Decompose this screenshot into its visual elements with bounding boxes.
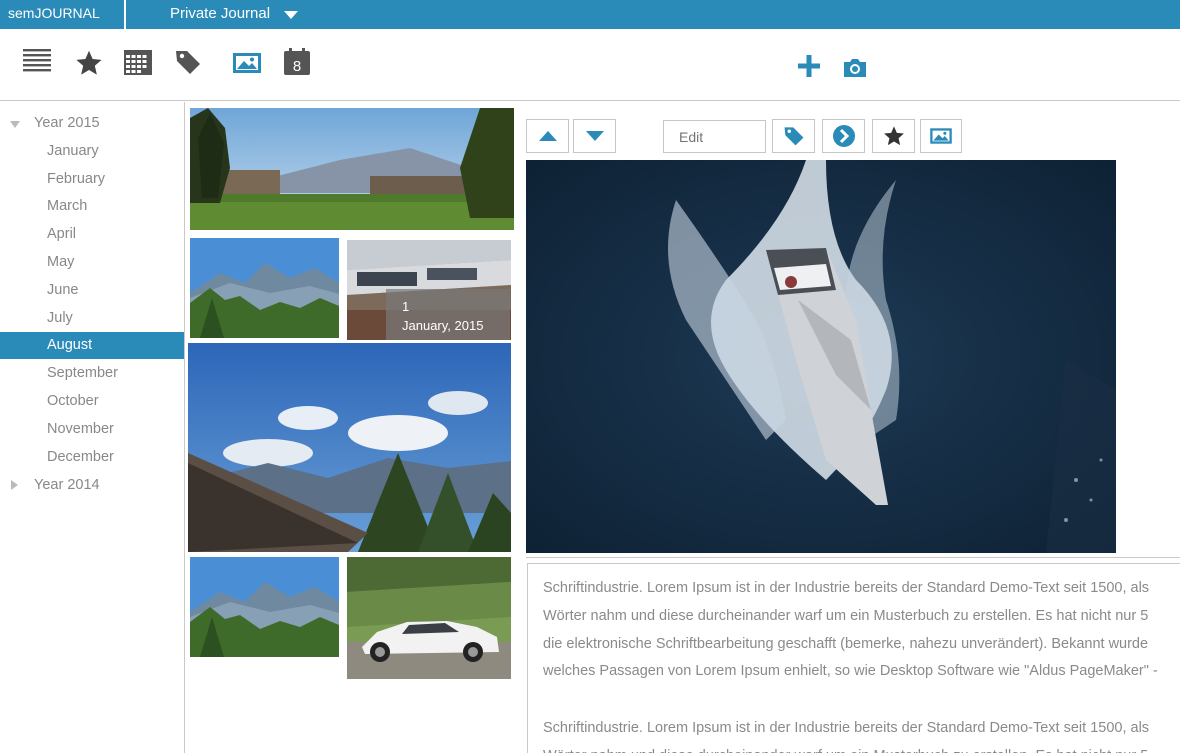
entry-text[interactable]: Schriftindustrie. Lorem Ipsum ist in der…: [527, 563, 1180, 753]
star-icon[interactable]: [75, 49, 103, 77]
thumbnail-mountain-trees-2[interactable]: [190, 557, 339, 657]
text-line: welches Passagen von Lorem Ipsum enhielt…: [543, 663, 1158, 679]
overlay-date: January, 2015: [402, 318, 484, 333]
expand-triangle-icon[interactable]: [10, 121, 20, 128]
tree-month-july[interactable]: July: [0, 305, 184, 332]
text-line: Wörter nahm und diese durcheinander warf…: [543, 742, 1180, 753]
tree-month-september[interactable]: September: [0, 360, 184, 387]
tree-year-2014[interactable]: Year 2014: [0, 472, 184, 499]
camera-icon[interactable]: [842, 54, 868, 82]
thumbnail-landscape-garden[interactable]: [190, 108, 514, 230]
collapse-triangle-icon[interactable]: [11, 480, 18, 490]
text-line: die elektronische Schriftbearbeitung ges…: [543, 636, 1149, 652]
title-separator: [124, 0, 126, 29]
chevron-down-icon[interactable]: [284, 11, 298, 19]
thumbnail-mountain-trees[interactable]: [190, 238, 339, 338]
up-arrow-icon: [538, 131, 557, 141]
edit-field[interactable]: [663, 120, 766, 153]
text-line: Schriftindustrie. Lorem Ipsum ist in der…: [543, 720, 1150, 736]
previous-entry-button[interactable]: [526, 119, 569, 153]
tree-month-april[interactable]: April: [0, 221, 184, 248]
tree-year-2015[interactable]: Year 2015: [0, 110, 184, 137]
tree-month-march[interactable]: March: [0, 193, 184, 220]
down-arrow-icon: [585, 131, 604, 141]
toolbar: 8: [0, 29, 1180, 101]
main-photo-speedboat: [526, 160, 1116, 553]
tree-month-october[interactable]: October: [0, 388, 184, 415]
calendar-grid-icon[interactable]: [123, 48, 153, 76]
forward-button[interactable]: [822, 119, 865, 153]
app-title: semJOURNAL: [0, 0, 124, 29]
text-line: Wörter nahm und diese durcheinander warf…: [543, 608, 1149, 624]
tree-month-november[interactable]: November: [0, 416, 184, 443]
list-icon[interactable]: [22, 47, 52, 75]
date-overlay: 1 January, 2015: [386, 289, 510, 340]
tree-year-label: Year 2015: [34, 115, 100, 131]
divider: [526, 557, 1180, 558]
journal-selector[interactable]: Private Journal: [170, 0, 270, 29]
tag-icon[interactable]: [174, 48, 202, 76]
next-icon: [832, 125, 855, 147]
thumbnail-sports-car[interactable]: [347, 557, 511, 679]
tag-button[interactable]: [772, 119, 815, 153]
favorite-button[interactable]: [872, 119, 915, 153]
text-line: Schriftindustrie. Lorem Ipsum ist in der…: [543, 580, 1150, 596]
date-tree: Year 2015 January February March April M…: [0, 102, 185, 753]
tree-month-august[interactable]: August: [0, 332, 184, 359]
tree-month-june[interactable]: June: [0, 277, 184, 304]
tree-month-february[interactable]: February: [0, 166, 184, 193]
tree-month-december[interactable]: December: [0, 444, 184, 471]
top-bar: semJOURNAL Private Journal: [0, 0, 1180, 29]
star-icon: [883, 126, 904, 146]
add-image-button[interactable]: [920, 119, 962, 153]
tree-year-label: Year 2014: [34, 477, 100, 493]
calendar-day-number: 8: [293, 58, 301, 75]
add-icon[interactable]: [797, 52, 821, 80]
image-icon[interactable]: [232, 49, 262, 77]
tree-month-january[interactable]: January: [0, 138, 184, 165]
thumbnail-sky-roof[interactable]: [188, 343, 511, 552]
image-icon: [930, 128, 952, 144]
tag-icon: [784, 127, 803, 146]
next-entry-button[interactable]: [573, 119, 616, 153]
day-calendar-icon[interactable]: 8: [283, 48, 311, 76]
overlay-day: 1: [402, 299, 410, 314]
tree-month-may[interactable]: May: [0, 249, 184, 276]
